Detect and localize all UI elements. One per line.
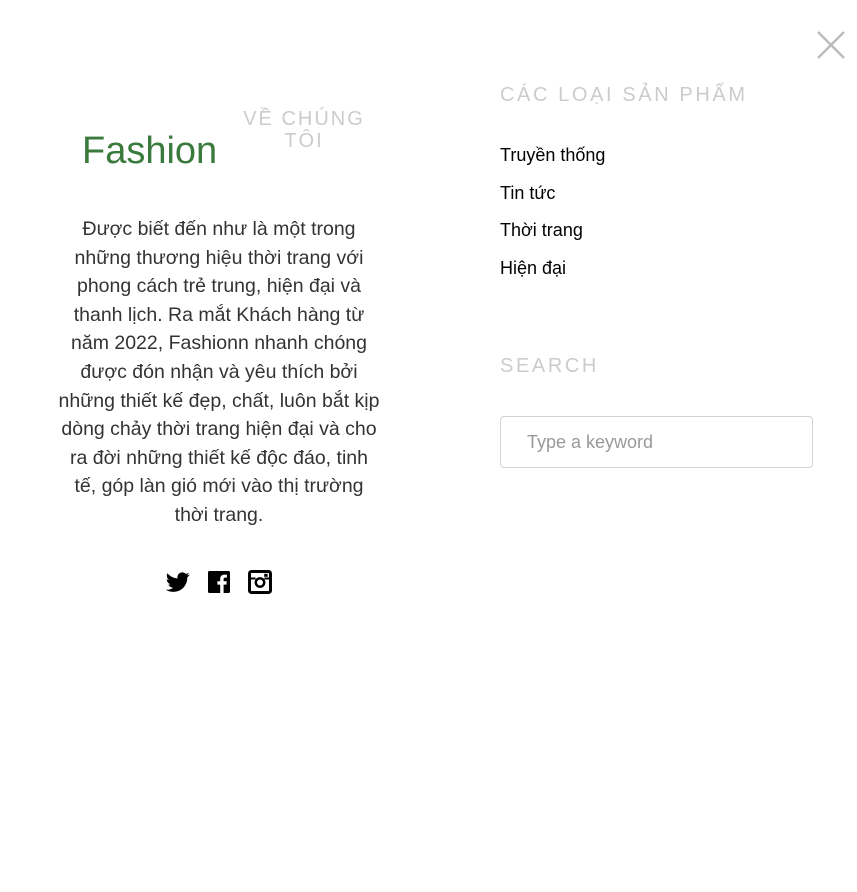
category-link-truyen-thong[interactable]: Truyền thống: [500, 143, 605, 167]
category-link-thoi-trang[interactable]: Thời trang: [500, 218, 605, 242]
close-icon: [817, 31, 845, 59]
facebook-link[interactable]: [207, 570, 231, 594]
categories-heading: Các loại sản phẩm: [500, 84, 748, 106]
categories-list: Truyền thống Tin tức Thời trang Hiện đại: [500, 143, 605, 293]
about-description: Được biết đến như là một trong những thư…: [58, 218, 380, 526]
instagram-link[interactable]: [248, 570, 272, 594]
instagram-icon: [248, 570, 272, 594]
social-links: [166, 570, 272, 594]
brand-logo[interactable]: Fashion: [82, 128, 217, 174]
facebook-icon: [208, 571, 230, 593]
search-heading: Search: [500, 355, 599, 377]
twitter-icon: [166, 572, 190, 592]
close-button[interactable]: [814, 28, 848, 62]
about-heading: Về chúng tôi: [243, 108, 365, 152]
twitter-link[interactable]: [166, 570, 190, 594]
category-link-hien-dai[interactable]: Hiện đại: [500, 256, 605, 280]
category-link-tin-tuc[interactable]: Tin tức: [500, 181, 605, 205]
offcanvas-panel: Fashion Về chúng tôi Được biết đến như l…: [0, 0, 857, 892]
search-input[interactable]: [500, 416, 813, 468]
